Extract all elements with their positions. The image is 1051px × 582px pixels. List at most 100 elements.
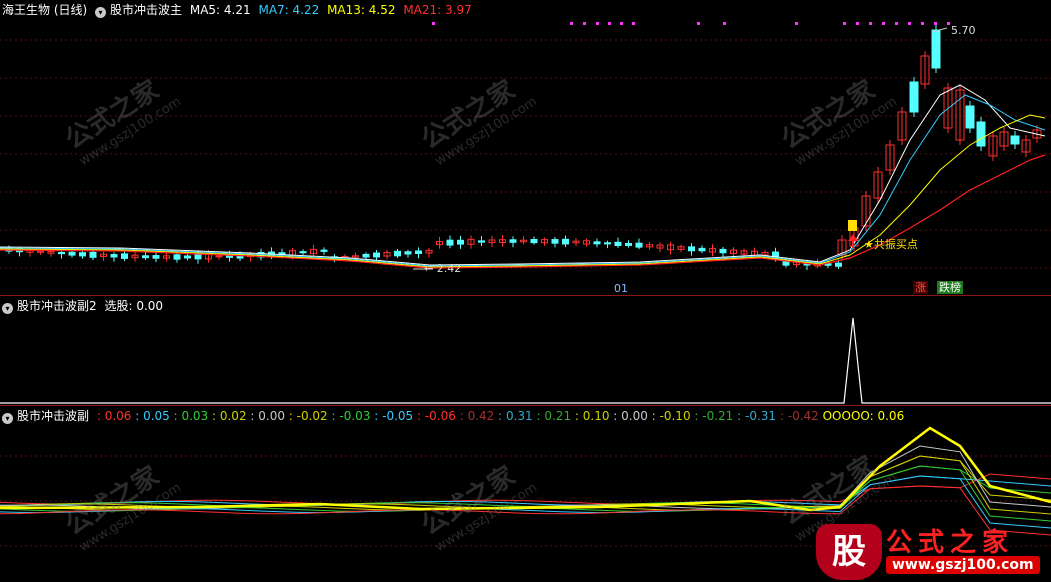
signal-dot xyxy=(795,22,798,25)
candle-body xyxy=(79,252,86,257)
candle-body xyxy=(394,250,401,257)
signal-square xyxy=(848,220,857,231)
ooooo-line xyxy=(0,426,1051,512)
sub-indicator-panel-2[interactable]: ▾ 股市冲击波副 : 0.06 : 0.05 : 0.03 : 0.02 : 0.… xyxy=(0,406,1051,582)
bull-logo-icon: 股 xyxy=(816,524,882,580)
main-chart-panel[interactable]: 海王生物 (日线) ▾ 股市冲击波主 MA5: 4.21 MA7: 4.22 MA… xyxy=(0,0,1051,296)
candle-body xyxy=(152,255,160,259)
ma13-value: MA13: 4.52 xyxy=(327,3,396,17)
sub2-value-14: : -0.10 xyxy=(647,409,691,423)
candle-body xyxy=(965,105,975,129)
candle-body xyxy=(909,81,919,113)
ma21-value: MA21: 3.97 xyxy=(403,3,472,17)
sub2-value-10: : 0.31 xyxy=(494,409,533,423)
collapse-icon[interactable]: ▾ xyxy=(2,413,13,424)
collapse-icon[interactable]: ▾ xyxy=(95,7,107,18)
candle-body xyxy=(593,241,601,245)
candle-body xyxy=(1010,135,1020,145)
sub2-value-2: : 0.03 xyxy=(169,409,209,423)
low-price-value: 2.42 xyxy=(436,262,462,275)
candle-body xyxy=(184,255,191,259)
sub2-value-6: : -0.03 xyxy=(327,409,371,423)
main-indicator-name[interactable]: 股市冲击波主 xyxy=(110,3,182,17)
sub2-value-3: : 0.02 xyxy=(208,409,247,423)
rise-badge[interactable]: 涨 xyxy=(913,281,928,294)
sub2-value-12: : 0.10 xyxy=(571,409,610,423)
collapse-icon[interactable]: ▾ xyxy=(2,303,13,314)
sub2-value-15: : -0.21 xyxy=(690,409,734,423)
low-price-label: ← 2.42 xyxy=(424,262,462,275)
candle-body xyxy=(299,251,307,254)
sub2-value-18: OOOOO: 0.06 xyxy=(818,409,905,423)
sub2-indicator-name[interactable]: 股市冲击波副 xyxy=(17,409,89,423)
signal-dot xyxy=(934,22,937,25)
signal-dot xyxy=(908,22,911,25)
logo-name: 公式之家 xyxy=(886,528,1015,558)
ma5-value: MA5: 4.21 xyxy=(189,3,251,17)
sub2-values: : 0.06 : 0.05 : 0.03 : 0.02 : 0.00 : -0.… xyxy=(93,409,904,423)
signal-dot xyxy=(895,22,898,25)
signal-dot xyxy=(432,22,435,25)
candle-body xyxy=(509,239,517,243)
resonance-text: 共振买点 xyxy=(873,238,918,251)
candle-body xyxy=(173,254,181,260)
drop-rank-badge[interactable]: 跌榜 xyxy=(937,281,963,294)
candle-body xyxy=(625,243,632,246)
signal-dot xyxy=(882,22,885,25)
candle-body xyxy=(320,249,328,252)
candle-body xyxy=(604,242,611,245)
sub1-header: ▾ 股市冲击波副2 选股: 0.00 xyxy=(2,299,167,314)
ma7-value: MA7: 4.22 xyxy=(258,3,320,17)
candle-body xyxy=(530,238,538,244)
signal-dot xyxy=(632,22,635,25)
candle-body xyxy=(404,251,412,255)
signal-dot xyxy=(570,22,573,25)
sub2-value-13: : 0.00 xyxy=(609,409,648,423)
candle-body xyxy=(976,121,986,147)
candle-body xyxy=(373,252,380,258)
logo-url: www.gszj100.com xyxy=(886,556,1040,574)
candle-body xyxy=(688,246,695,252)
sub2-value-0: : 0.06 xyxy=(93,409,132,423)
resonance-buy-label: ★共振买点 xyxy=(864,238,918,251)
high-price-label: 5.70 xyxy=(951,24,976,37)
candle-body xyxy=(446,239,454,246)
candles xyxy=(5,25,1042,270)
candle-body xyxy=(719,248,727,254)
signal-dot xyxy=(723,22,726,25)
main-header: 海王生物 (日线) ▾ 股市冲击波主 MA5: 4.21 MA7: 4.22 MA… xyxy=(2,3,476,18)
sub2-value-1: : 0.05 xyxy=(131,409,170,423)
wave-line-5 xyxy=(0,455,1051,515)
signal-dot xyxy=(620,22,623,25)
signal-dot xyxy=(697,22,700,25)
signal-dots xyxy=(432,22,950,25)
wave-line-0 xyxy=(0,473,1051,505)
grid-lines xyxy=(0,39,1051,269)
sub1-indicator-name[interactable]: 股市冲击波副2 xyxy=(17,299,97,313)
sub-indicator-panel-1[interactable]: ▾ 股市冲击波副2 选股: 0.00 xyxy=(0,296,1051,406)
site-logo: 股 公式之家 www.gszj100.com xyxy=(816,520,1051,582)
signal-dot xyxy=(921,22,924,25)
sub2-value-17: : -0.42 xyxy=(776,409,819,423)
event-marker[interactable]: 01 xyxy=(612,282,630,295)
sub2-value-5: : -0.02 xyxy=(284,409,328,423)
candle-body xyxy=(698,247,706,252)
candle-body xyxy=(562,238,569,245)
candle-body xyxy=(110,254,118,258)
wave-line-3 xyxy=(0,455,1051,509)
sub2-value-9: : 0.42 xyxy=(455,409,495,423)
candle-body xyxy=(614,241,622,247)
candle-body xyxy=(58,251,65,255)
sub2-value-16: : -0.31 xyxy=(733,409,777,423)
candle-body xyxy=(457,239,464,245)
wave-lines xyxy=(0,426,1051,536)
candle-body xyxy=(142,255,149,259)
signal-dot xyxy=(843,22,846,25)
sub2-header: ▾ 股市冲击波副 : 0.06 : 0.05 : 0.03 : 0.02 : 0.… xyxy=(2,409,908,424)
signal-line xyxy=(0,317,1051,404)
candle-body xyxy=(772,251,779,258)
sub2-value-11: : 0.21 xyxy=(532,409,572,423)
candle-body xyxy=(89,251,97,258)
candle-body xyxy=(931,29,941,69)
candle-body xyxy=(478,240,485,243)
